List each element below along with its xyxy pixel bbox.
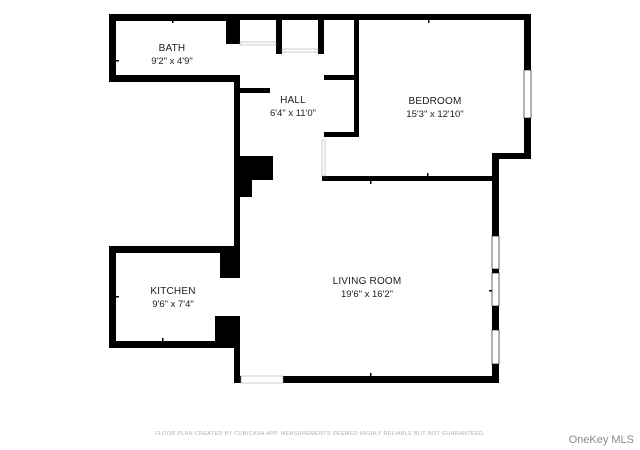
bath-bottom-wall bbox=[109, 75, 240, 82]
bedroom-closet-bottom bbox=[324, 132, 359, 137]
floor-plan-disclaimer: FLOOR PLAN CREATED BY CUBICASA APP. MEAS… bbox=[155, 431, 485, 437]
tick bbox=[116, 60, 119, 62]
tick bbox=[116, 296, 119, 298]
living-room-dimensions: 19'6" x 16'2" bbox=[341, 289, 393, 300]
bedroom-window bbox=[523, 69, 532, 119]
kitchen-dimensions: 9'6" x 7'4" bbox=[152, 299, 194, 310]
bath-top-wall bbox=[109, 14, 240, 21]
tick bbox=[172, 20, 174, 23]
tick bbox=[162, 338, 164, 341]
bedroom-door bbox=[321, 139, 326, 177]
floor-plan: BATH 9'2" x 4'9" HALL 6'4" x 11'0" BEDRO… bbox=[109, 14, 532, 384]
door-openings bbox=[239, 41, 326, 384]
bedroom-dimensions: 15'3" x 12'10" bbox=[406, 109, 463, 120]
dimension-ticks bbox=[116, 20, 492, 376]
bedroom-bottom-wall bbox=[322, 176, 498, 181]
floor-plan-canvas: BATH 9'2" x 4'9" HALL 6'4" x 11'0" BEDRO… bbox=[0, 0, 640, 450]
watermark-text: OneKey MLS bbox=[568, 434, 634, 446]
living-room-label: LIVING ROOM bbox=[333, 276, 402, 287]
tick bbox=[370, 181, 372, 184]
kitchen-label: KITCHEN bbox=[150, 286, 195, 297]
hall-top-wall bbox=[240, 14, 358, 20]
closet-partition-2 bbox=[318, 14, 324, 54]
bedroom-closet-shelf bbox=[324, 75, 354, 80]
bath-door-jamb bbox=[226, 14, 240, 44]
bedroom-label: BEDROOM bbox=[408, 96, 461, 107]
walls bbox=[109, 14, 531, 383]
living-window-1 bbox=[491, 235, 500, 270]
kitchen-left-wall bbox=[109, 246, 116, 348]
living-window-3 bbox=[491, 329, 500, 365]
tick bbox=[428, 20, 430, 23]
tick bbox=[370, 373, 372, 376]
bath-dimensions: 9'2" x 4'9" bbox=[151, 56, 193, 67]
kitchen-door-jamb-bottom bbox=[215, 316, 240, 348]
bedroom-top-wall bbox=[354, 14, 531, 20]
hall-closet-ledge bbox=[234, 88, 270, 93]
living-window-2 bbox=[491, 272, 500, 307]
tick bbox=[489, 290, 492, 292]
hall-dimensions: 6'4" x 11'0" bbox=[270, 108, 316, 119]
kitchen-door-jamb-top bbox=[220, 246, 240, 278]
tick bbox=[427, 173, 429, 176]
bath-left-wall bbox=[109, 14, 116, 82]
bath-label: BATH bbox=[159, 43, 186, 54]
closet-partition-1 bbox=[276, 14, 282, 54]
hall-entry-door bbox=[240, 375, 284, 384]
bedroom-left-wall-upper bbox=[354, 14, 359, 134]
bath-door bbox=[239, 41, 277, 46]
closet-door-1 bbox=[281, 48, 319, 53]
hall-label: HALL bbox=[280, 95, 306, 106]
hall-stair-block-lower bbox=[238, 175, 252, 197]
